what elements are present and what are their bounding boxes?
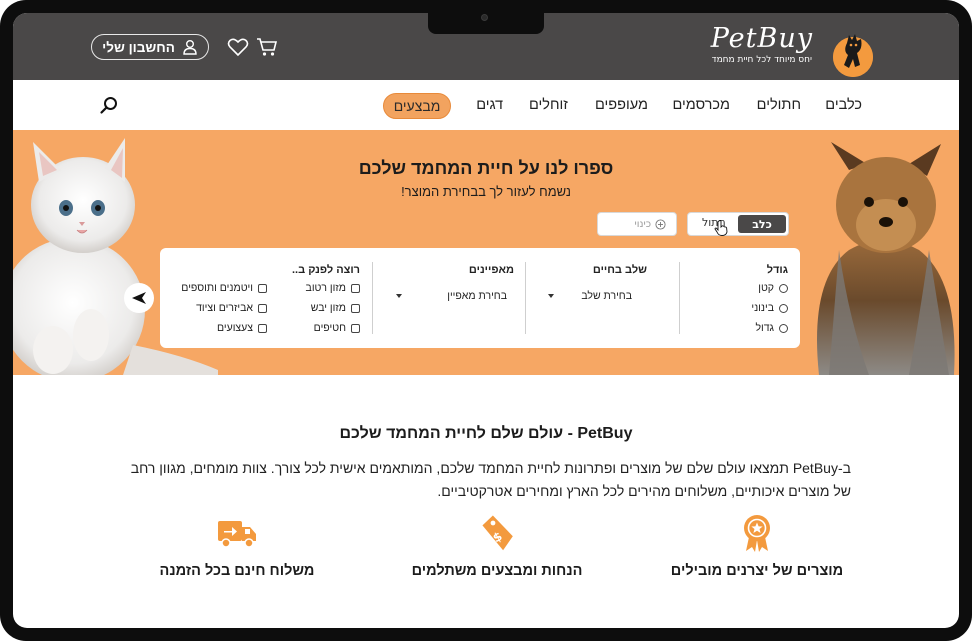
feature-free-shipping: משלוח חינם בכל הזמנה [127, 513, 347, 579]
search-icon[interactable] [99, 95, 119, 115]
hand-cursor-icon [714, 220, 728, 236]
life-stage-select[interactable]: בחירת שלב [581, 290, 632, 302]
pamper-title: רוצה לפנק ב.. [291, 264, 360, 276]
feature-leading-brands: מוצרים של יצרנים מובילים [647, 513, 867, 579]
radio-icon [779, 303, 788, 313]
pamper-option-vitamins[interactable]: ויטמנים ותוספים [181, 282, 267, 294]
divider [679, 262, 680, 334]
cart-icon[interactable] [256, 37, 278, 57]
device-frame: PetBuy יחס מיוחד לכל חיית מחמד החשבון של… [0, 0, 972, 641]
my-account-button[interactable]: החשבון שלי [91, 34, 209, 60]
logo-tagline: יחס מיוחד לכל חיית מחמד [711, 55, 813, 65]
pet-type-toggle[interactable]: כלב חתול [687, 212, 789, 236]
chevron-down-icon[interactable] [548, 294, 554, 298]
hero-title: ספרו לנו על חיית המחמד שלכם [358, 158, 614, 178]
nav-item-cats[interactable]: חתולים [757, 97, 801, 113]
award-ribbon-icon [744, 515, 770, 552]
arrow-left-icon [132, 292, 146, 304]
radio-icon [779, 323, 788, 333]
pamper-option-toys[interactable]: צעצועים [217, 322, 267, 334]
toggle-dog-option[interactable]: כלב [738, 215, 786, 233]
chevron-down-icon[interactable] [396, 294, 402, 298]
logo-text: PetBuy [710, 23, 813, 54]
heart-icon[interactable] [227, 37, 249, 57]
nav-item-birds[interactable]: מעופפים [595, 97, 648, 113]
pamper-option-snacks[interactable]: חטיפים [314, 322, 360, 334]
radio-icon [779, 283, 788, 293]
feature-label: משלוח חינם בכל הזמנה [159, 563, 315, 579]
screen: PetBuy יחס מיוחד לכל חיית מחמד החשבון של… [13, 13, 959, 628]
carousel-prev-button[interactable] [124, 283, 154, 313]
traits-title: מאפיינים [468, 264, 514, 276]
checkbox-icon [351, 323, 360, 333]
nav-item-fish[interactable]: דגים [476, 97, 503, 113]
pamper-option-wet-food[interactable]: מזון רטוב [306, 282, 360, 294]
pet-finder-hero: ספרו לנו על חיית המחמד שלכם נשמח לעזור ל… [13, 130, 959, 375]
feature-label: הנחות ומבצעים משתלמים [411, 563, 583, 579]
nav-item-reptiles[interactable]: זוחלים [529, 97, 568, 113]
feature-label: מוצרים של יצרנים מובילים [670, 563, 844, 579]
feature-discounts: $ הנחות ומבצעים משתלמים [387, 513, 607, 579]
size-option-medium[interactable]: בינוני [751, 302, 788, 314]
life-stage-title: שלב בחיים [592, 264, 647, 276]
intro-title: PetBuy - עולם שלם לחיית המחמד שלכם [339, 425, 633, 442]
size-option-large[interactable]: גדול [755, 322, 788, 334]
pamper-option-accessories[interactable]: אביזרים וציוד [196, 302, 267, 314]
intro-paragraph: ב-PetBuy תמצאו עולם שלם של מוצרים ופתרונ… [130, 460, 851, 499]
traits-select[interactable]: בחירת מאפיין [447, 290, 507, 302]
plus-circle-icon [655, 218, 666, 230]
filter-panel: גודל קטן בינוני גדול שלב בחיים בחירת שלב… [160, 248, 800, 348]
hero-subtitle: נשמח לעזור לך בבחירת המוצר! [401, 184, 571, 199]
user-icon [183, 40, 197, 55]
divider [525, 262, 526, 334]
nav-item-rodents[interactable]: מכרסמים [672, 97, 730, 113]
delivery-truck-icon [218, 521, 256, 548]
checkbox-icon [258, 323, 267, 333]
checkbox-icon [258, 283, 267, 293]
size-option-small[interactable]: קטן [758, 282, 788, 294]
nav-item-dogs[interactable]: כלבים [825, 97, 862, 113]
nav-deals-button[interactable]: מבצעים [383, 93, 451, 119]
checkbox-icon [351, 303, 360, 313]
account-label: החשבון שלי [102, 39, 175, 55]
brand-logo[interactable]: PetBuy יחס מיוחד לכל חיית מחמד [710, 23, 813, 66]
size-title: גודל [766, 264, 788, 276]
main-nav: כלבים חתולים מכרסמים מעופפים זוחלים דגים… [13, 80, 959, 130]
pamper-option-dry-food[interactable]: מזון יבש [311, 302, 360, 314]
divider [372, 262, 373, 334]
checkbox-icon [351, 283, 360, 293]
nickname-placeholder: כינוי [634, 218, 652, 230]
logo-mascot-icon[interactable] [833, 34, 873, 77]
camera-notch [428, 12, 544, 34]
discount-tag-icon: $ [482, 515, 513, 551]
checkbox-icon [258, 303, 267, 313]
nickname-input[interactable]: כינוי [597, 212, 677, 236]
camera-dot [481, 14, 488, 21]
